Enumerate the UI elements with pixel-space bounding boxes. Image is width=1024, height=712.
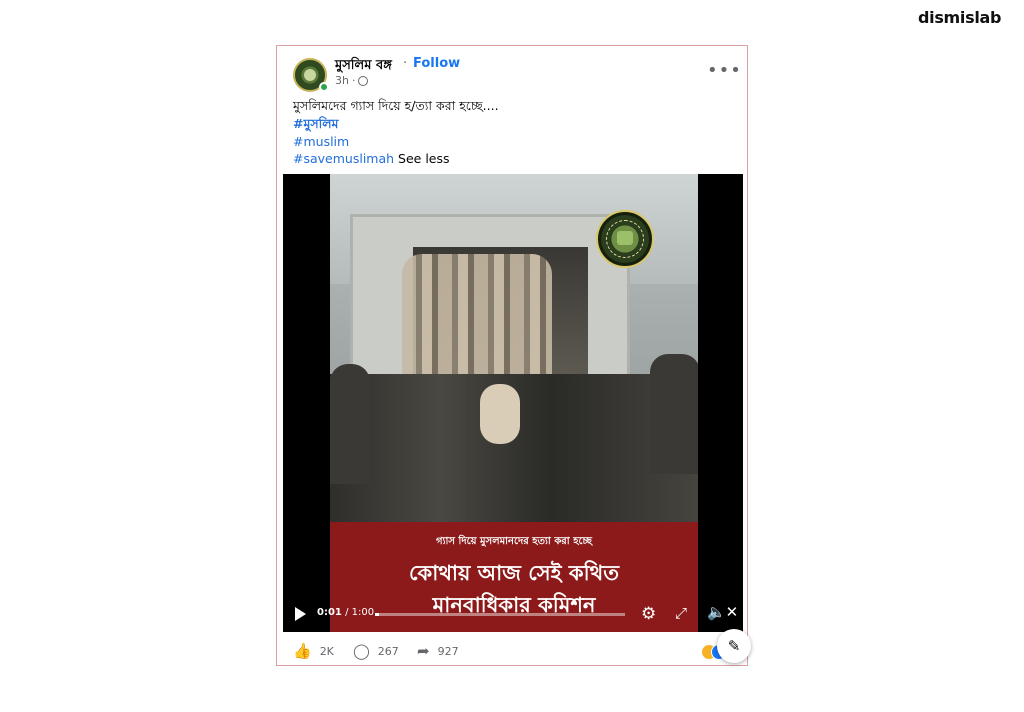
video-figure bbox=[650, 354, 698, 474]
video-people bbox=[402, 254, 552, 384]
post-time[interactable]: 3h bbox=[335, 74, 349, 87]
like-count: 2K bbox=[319, 644, 334, 658]
progress-fill bbox=[375, 613, 380, 616]
more-options-icon[interactable]: ••• bbox=[707, 60, 742, 81]
hashtag-link[interactable]: #মুসলিম bbox=[293, 116, 339, 136]
video-time: 0:01 / 1:00 bbox=[317, 607, 374, 618]
banner-subtitle: গ্যাস দিয়ে মুসলমানদের হত্যা করা হচ্ছে bbox=[436, 536, 592, 547]
expand-icon[interactable]: ⤢ bbox=[675, 604, 687, 622]
video-player[interactable]: গ্যাস দিয়ে মুসলমানদের হত্যা করা হচ্ছে ক… bbox=[283, 174, 743, 632]
mute-icon[interactable]: 🔈✕ bbox=[707, 603, 738, 621]
comment-icon: ◯ bbox=[353, 642, 370, 660]
banner-headline-1: কোথায় আজ সেই কথিত bbox=[409, 561, 619, 585]
globe-icon bbox=[358, 75, 369, 86]
edit-icon[interactable]: ✎ bbox=[717, 629, 751, 663]
video-figure bbox=[480, 384, 520, 444]
facebook-post: মুসলিম বঙ্গ · Follow 3h · ••• মুসলিমদের … bbox=[276, 45, 751, 666]
avatar-emblem bbox=[304, 69, 316, 81]
gear-icon[interactable]: ⚙ bbox=[641, 604, 656, 624]
brand-logo: dismislab bbox=[918, 8, 1002, 27]
current-time: 0:01 bbox=[317, 607, 342, 618]
play-icon[interactable] bbox=[295, 607, 306, 621]
hashtag-line: #savemuslimah See less bbox=[293, 151, 450, 166]
post-actions: 👍 2K ◯ 267 ➦ 927 bbox=[293, 642, 733, 662]
thumbs-up-icon: 👍 bbox=[293, 642, 312, 660]
dot-separator: · bbox=[351, 74, 356, 87]
video-controls: 0:01 / 1:00 ⚙ ⤢ 🔈✕ bbox=[283, 600, 743, 628]
video-frame: গ্যাস দিয়ে মুসলমানদের হত্যা করা হচ্ছে ক… bbox=[330, 174, 698, 632]
share-icon: ➦ bbox=[417, 642, 430, 660]
hashtag-link[interactable]: #savemuslimah bbox=[293, 151, 394, 166]
comment-button[interactable]: ◯ 267 bbox=[353, 642, 399, 660]
follow-button[interactable]: Follow bbox=[413, 56, 460, 71]
post-caption: মুসলিমদের গ্যাস দিয়ে হ/ত্যা করা হচ্ছে..… bbox=[293, 98, 499, 113]
channel-seal-logo bbox=[596, 210, 654, 268]
video-figure bbox=[330, 364, 370, 484]
duration: 1:00 bbox=[351, 607, 375, 618]
share-count: 927 bbox=[437, 644, 459, 658]
share-button[interactable]: ➦ 927 bbox=[417, 642, 459, 660]
seal-center bbox=[617, 231, 633, 245]
comment-count: 267 bbox=[377, 644, 399, 658]
see-less-link[interactable]: See less bbox=[398, 151, 449, 166]
separator-dot: · bbox=[403, 56, 408, 71]
like-button[interactable]: 👍 2K bbox=[293, 642, 334, 660]
online-status-dot bbox=[319, 82, 329, 92]
progress-bar[interactable] bbox=[375, 613, 625, 616]
hashtag-link[interactable]: #muslim bbox=[293, 134, 349, 149]
post-meta: 3h · bbox=[335, 74, 369, 87]
